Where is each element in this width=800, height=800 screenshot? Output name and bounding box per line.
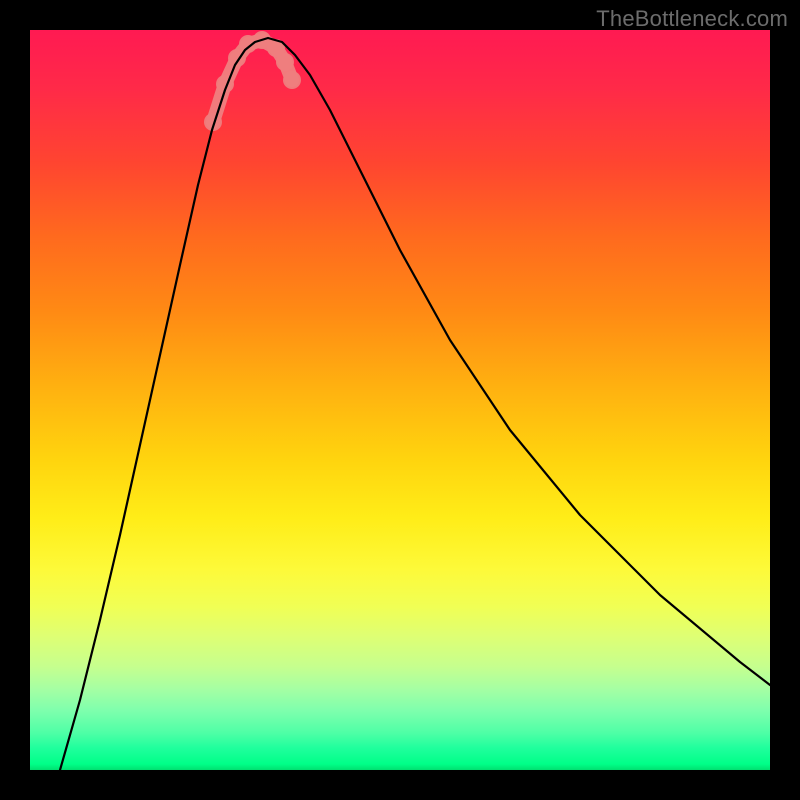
curve-svg — [30, 30, 770, 770]
plot-area — [30, 30, 770, 770]
chart-frame: TheBottleneck.com — [0, 0, 800, 800]
optimal-region-dot — [283, 71, 301, 89]
optimal-region-dot — [276, 53, 294, 71]
bottleneck-curve — [60, 38, 770, 770]
watermark-text: TheBottleneck.com — [596, 6, 788, 32]
